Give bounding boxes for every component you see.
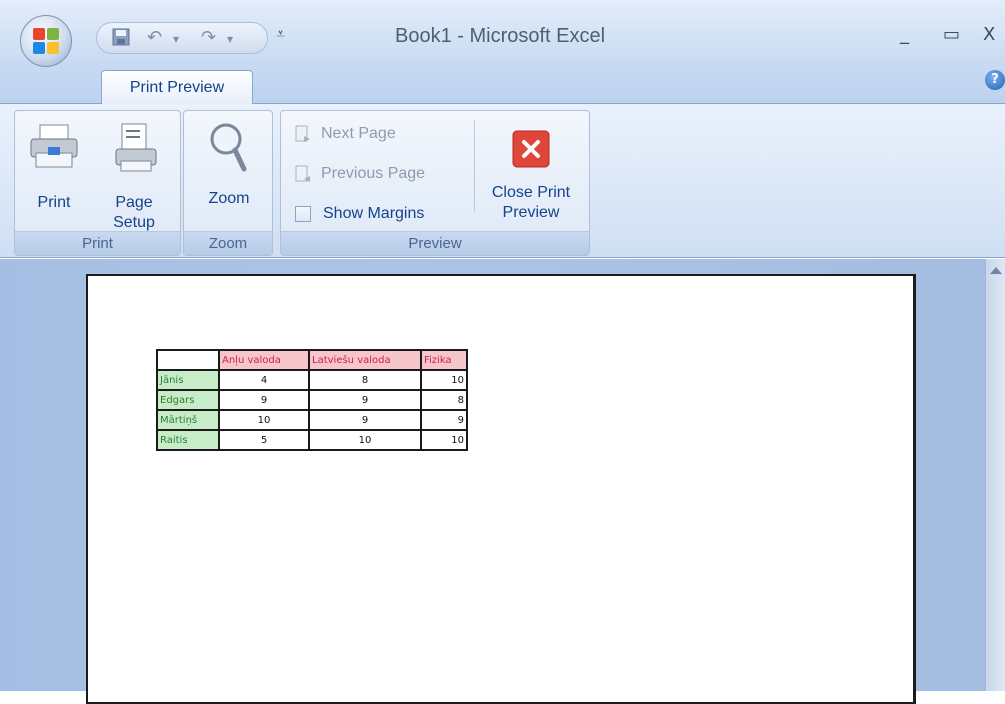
undo-dropdown-icon[interactable]: ▾	[173, 32, 179, 46]
table-cell: 9	[218, 389, 310, 411]
table-cell: 10	[420, 429, 468, 451]
minimize-button[interactable]: _	[900, 24, 909, 45]
magnifier-icon	[210, 123, 247, 172]
table-cell: 10	[218, 409, 310, 431]
row-name-cell: Jānis	[156, 369, 220, 391]
print-button[interactable]: Print	[25, 123, 83, 213]
show-margins-checkbox[interactable]: Show Margins	[293, 201, 424, 227]
table-cell: 10	[420, 369, 468, 391]
table-header-cell: Latviešu valoda	[308, 349, 422, 371]
table-row: Jānis 4 8 10	[156, 369, 468, 391]
table-corner-cell	[156, 349, 220, 371]
redo-icon[interactable]: ↷	[201, 27, 216, 48]
close-button[interactable]: X	[983, 24, 995, 45]
grades-table: Anļu valoda Latviešu valoda Fizika Jānis…	[156, 349, 468, 451]
table-header-cell: Fizika	[420, 349, 468, 371]
table-cell: 9	[308, 389, 422, 411]
table-row: Raitis 5 10 10	[156, 429, 468, 451]
table-cell: 8	[420, 389, 468, 411]
close-preview-icon	[512, 130, 550, 168]
ribbon: Print Page Setup Print Zoom Zoom Next Pa…	[0, 104, 1005, 258]
zoom-button[interactable]: Zoom	[194, 119, 264, 209]
row-name-cell: Edgars	[156, 389, 220, 411]
preview-page: Anļu valoda Latviešu valoda Fizika Jānis…	[86, 274, 916, 704]
zoom-group: Zoom Zoom	[183, 110, 273, 256]
maximize-button[interactable]: ▭	[943, 24, 960, 45]
page-setup-button[interactable]: Page Setup	[97, 123, 171, 233]
ribbon-separator	[474, 120, 475, 212]
undo-icon[interactable]: ↶	[147, 27, 162, 48]
tab-print-preview[interactable]: Print Preview	[101, 70, 253, 105]
previous-page-icon	[295, 165, 310, 182]
row-name-cell: Raitis	[156, 429, 220, 451]
next-page-icon	[295, 125, 310, 142]
print-group: Print Page Setup Print	[14, 110, 181, 256]
vertical-scrollbar[interactable]	[985, 259, 1005, 691]
quick-access-toolbar: ↶ ▾ ↷ ▾	[96, 22, 268, 54]
table-header-cell: Anļu valoda	[218, 349, 310, 371]
zoom-group-label: Zoom	[184, 231, 272, 255]
table-cell: 4	[218, 369, 310, 391]
previous-page-button[interactable]: Previous Page	[293, 161, 425, 187]
preview-group: Next Page Previous Page Show Margins Clo…	[280, 110, 590, 256]
customize-toolbar-icon[interactable]: ⩡	[276, 24, 285, 44]
window-title: Book1 - Microsoft Excel	[395, 25, 606, 47]
redo-dropdown-icon[interactable]: ▾	[227, 32, 233, 46]
help-icon[interactable]: ?	[985, 70, 1005, 90]
office-button[interactable]	[20, 15, 72, 67]
page-setup-icon	[115, 123, 157, 172]
title-bar: ↶ ▾ ↷ ▾ ⩡ Book1 - Microsoft Excel _ ▭ X	[0, 0, 1005, 62]
office-logo-icon	[33, 28, 60, 55]
scroll-up-arrow-icon[interactable]	[990, 267, 1002, 274]
printer-icon	[30, 124, 78, 168]
table-cell: 8	[308, 369, 422, 391]
table-cell: 5	[218, 429, 310, 451]
save-icon[interactable]	[111, 27, 131, 52]
preview-workspace: Anļu valoda Latviešu valoda Fizika Jānis…	[0, 259, 1005, 704]
table-cell: 9	[308, 409, 422, 431]
ribbon-tab-bar: Print Preview	[0, 62, 1005, 105]
close-print-preview-button[interactable]: Close Print Preview	[477, 129, 585, 223]
row-name-cell: Mārtiņš	[156, 409, 220, 431]
table-cell: 10	[308, 429, 422, 451]
table-header-row: Anļu valoda Latviešu valoda Fizika	[156, 349, 468, 371]
next-page-button[interactable]: Next Page	[293, 121, 396, 147]
preview-group-label: Preview	[281, 231, 589, 255]
table-row: Edgars 9 9 8	[156, 389, 468, 411]
table-row: Mārtiņš 10 9 9	[156, 409, 468, 431]
table-cell: 9	[420, 409, 468, 431]
checkbox-icon	[295, 206, 311, 222]
print-group-label: Print	[15, 231, 180, 255]
